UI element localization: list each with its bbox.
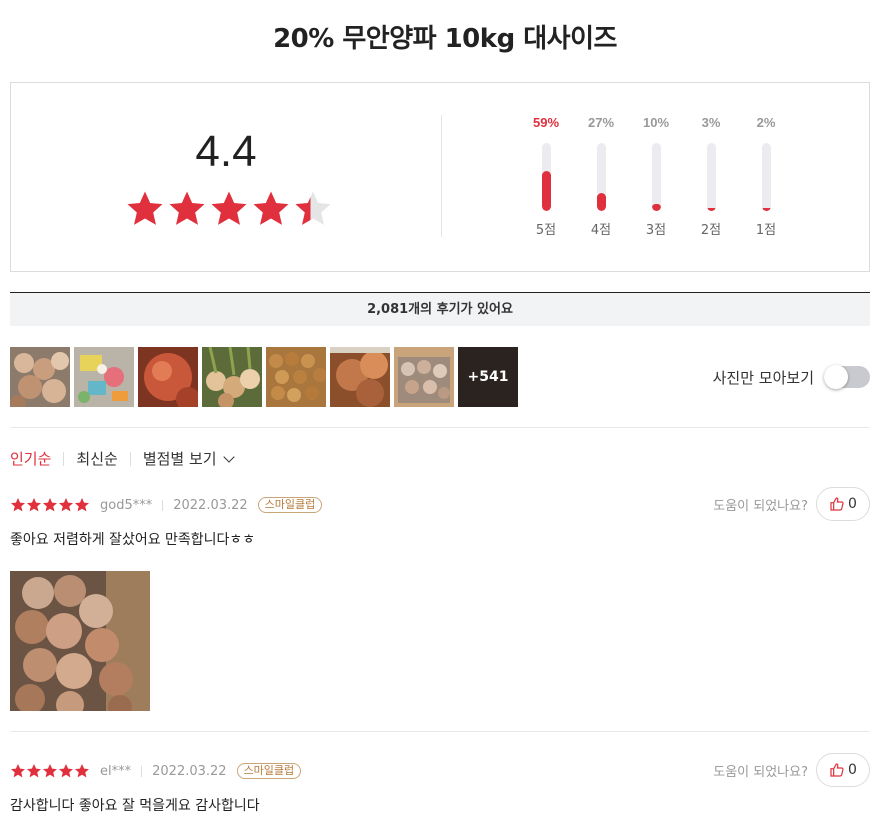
review-item: god5*** 2022.03.22 스마일클럽 도움이 되었나요? 0 좋아요… — [10, 487, 870, 711]
star-icon — [251, 189, 291, 229]
dist-label: 2점 — [700, 223, 722, 238]
like-count: 0 — [848, 496, 857, 512]
chevron-down-icon — [222, 451, 235, 463]
review-photo[interactable] — [10, 571, 150, 711]
reviewer-name: el*** — [100, 763, 132, 779]
sort-by-rating[interactable]: 별점별 보기 — [131, 448, 245, 469]
dist-bar-fill — [651, 204, 661, 211]
star-icon — [11, 764, 25, 778]
photo-thumbnail[interactable] — [202, 347, 262, 407]
photo-only-toggle[interactable] — [824, 365, 870, 389]
review-stars — [10, 497, 90, 513]
toggle-knob — [824, 365, 848, 389]
dist-bar-track — [706, 143, 716, 211]
dist-percent: 10% — [642, 115, 670, 130]
dist-col-4: 27% 4점 — [576, 113, 626, 238]
divider — [10, 731, 870, 732]
photo-thumbnail[interactable] — [330, 347, 390, 407]
meta-separator — [141, 765, 143, 777]
dist-percent: 59% — [532, 115, 560, 130]
photo-thumbnail[interactable] — [266, 347, 326, 407]
helpful-question: 도움이 되었나요? — [713, 764, 808, 780]
review-header: god5*** 2022.03.22 스마일클럽 도움이 되었나요? 0 — [10, 487, 870, 521]
helpful-question: 도움이 되었나요? — [713, 498, 808, 514]
star-icon — [75, 764, 89, 778]
meta-separator — [162, 499, 164, 511]
like-button[interactable]: 0 — [816, 487, 870, 521]
dist-bar-track — [596, 143, 606, 211]
dist-bar-fill — [541, 171, 551, 211]
photo-thumbnail[interactable] — [138, 347, 198, 407]
reviewer-name: god5*** — [100, 497, 153, 513]
star-icon — [43, 764, 57, 778]
photo-thumbnail[interactable] — [74, 347, 134, 407]
dist-percent: 2% — [756, 115, 776, 130]
dist-label: 4점 — [590, 223, 612, 238]
dist-bar-track — [651, 143, 661, 211]
star-icon — [75, 498, 89, 512]
star-icon — [27, 764, 41, 778]
dist-label: 5점 — [535, 223, 557, 238]
sort-by-rating-label: 별점별 보기 — [142, 450, 217, 468]
photo-thumbnail[interactable] — [10, 347, 70, 407]
photo-thumbnail[interactable] — [394, 347, 454, 407]
sort-options: 인기순 최신순 별점별 보기 — [10, 448, 245, 469]
star-icon — [59, 498, 73, 512]
review-date: 2022.03.22 — [173, 497, 248, 513]
like-count: 0 — [848, 762, 857, 778]
helpful-group: 도움이 되었나요? 0 — [713, 487, 870, 521]
review-item: el*** 2022.03.22 스마일클럽 도움이 되었나요? 0 감사합니다… — [10, 753, 870, 815]
divider — [10, 427, 870, 428]
review-count-bar: 2,081개의 후기가 있어요 — [10, 292, 870, 326]
dist-label: 1점 — [755, 223, 777, 238]
dist-col-3: 10% 3점 — [631, 113, 681, 238]
member-badge: 스마일클럽 — [236, 763, 302, 779]
dist-col-5: 59% 5점 — [521, 113, 571, 238]
thumbs-up-icon — [830, 763, 844, 777]
like-button[interactable]: 0 — [816, 753, 870, 787]
dist-bar-fill — [761, 208, 771, 211]
dist-col-1: 2% 1점 — [741, 113, 791, 238]
star-icon — [125, 189, 165, 229]
star-icon — [209, 189, 249, 229]
product-title: 20% 무안양파 10kg 대사이즈 — [273, 24, 617, 54]
star-icon — [167, 189, 207, 229]
more-photos-count: +541 — [467, 369, 509, 385]
review-header: el*** 2022.03.22 스마일클럽 도움이 되었나요? 0 — [10, 753, 870, 787]
half-star-icon — [293, 189, 333, 229]
star-icon — [11, 498, 25, 512]
photo-strip: +541 — [10, 347, 518, 407]
dist-bar-track — [761, 143, 771, 211]
review-stars — [10, 763, 90, 779]
dist-col-2: 3% 2점 — [686, 113, 736, 238]
photo-only-label: 사진만 모아보기 — [712, 368, 814, 387]
star-icon — [43, 498, 57, 512]
rating-distribution: 59% 5점 27% 4점 10% 3점 3% 2점 2% 1점 — [521, 113, 791, 243]
photo-only-toggle-group: 사진만 모아보기 — [712, 365, 870, 389]
dist-bar-fill — [596, 193, 606, 211]
star-icon — [59, 764, 73, 778]
average-score: 4.4 — [195, 127, 257, 176]
rating-summary: 4.4 59% 5점 27% 4점 10% 3점 3% 2점 2% 1점 — [10, 82, 870, 272]
dist-bar-track — [541, 143, 551, 211]
sort-popular[interactable]: 인기순 — [10, 448, 63, 469]
dist-percent: 27% — [587, 115, 615, 130]
more-photos-button[interactable]: +541 — [458, 347, 518, 407]
dist-label: 3점 — [645, 223, 667, 238]
helpful-group: 도움이 되었나요? 0 — [713, 753, 870, 787]
review-date: 2022.03.22 — [152, 763, 227, 779]
dist-percent: 3% — [701, 115, 721, 130]
member-badge: 스마일클럽 — [257, 497, 323, 513]
star-icon — [27, 498, 41, 512]
summary-divider — [441, 115, 442, 237]
review-text: 좋아요 저렴하게 잘샀어요 만족합니다ㅎㅎ — [10, 532, 256, 548]
sort-latest[interactable]: 최신순 — [64, 448, 129, 469]
dist-bar-fill — [706, 208, 716, 211]
thumbs-up-icon — [830, 497, 844, 511]
average-stars — [125, 189, 335, 229]
review-text: 감사합니다 좋아요 잘 먹을게요 감사합니다 — [10, 798, 260, 814]
